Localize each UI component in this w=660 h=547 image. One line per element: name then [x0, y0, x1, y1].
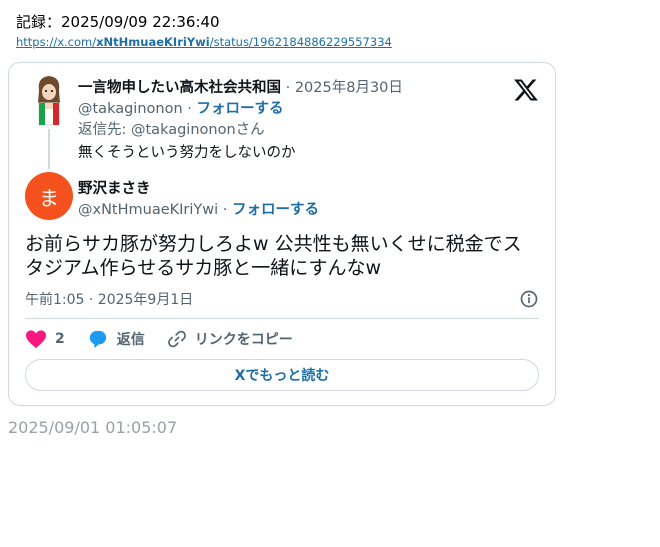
thread-connector-line [48, 129, 50, 169]
reply-button[interactable]: 返信 [87, 329, 145, 349]
copy-link-button[interactable]: リンクをコピー [167, 329, 293, 349]
parent-handle-row: @takaginonon · フォローする [78, 97, 283, 118]
parent-date[interactable]: 2025年8月30日 [295, 80, 403, 96]
author-username[interactable]: @xNtHmuaeKIriYwi [78, 202, 218, 218]
author-display-name[interactable]: 野沢まさき [78, 177, 151, 198]
author-avatar[interactable]: ま [25, 172, 73, 220]
like-count: 2 [55, 331, 65, 347]
author-handle-row: @xNtHmuaeKIriYwi · フォローする [78, 198, 319, 219]
x-logo-icon[interactable] [513, 77, 539, 103]
record-timestamp: 記録：2025/09/09 22:36:40 [16, 13, 220, 31]
reply-bubble-icon [89, 330, 106, 349]
copy-link-label: リンクをコピー [194, 332, 293, 348]
source-link-handle: xNtHmuaeKIriYwi [96, 35, 210, 49]
like-button[interactable]: 2 [25, 329, 65, 349]
tweet-embed-card: 一言物申したい高木社会共和国 · 2025年8月30日 @takaginonon… [8, 62, 556, 406]
reply-to-label: 返信先: @takaginononさん [78, 122, 265, 138]
heart-icon [26, 330, 46, 349]
parent-username[interactable]: @takaginonon [78, 101, 183, 117]
read-more-label: Xでもっと読む [234, 368, 330, 384]
read-more-button[interactable]: Xでもっと読む [25, 359, 539, 391]
tweet-text: お前らサカ豚が努力しろよw 公共性も無いくせに税金でスタジアム作らせるサカ豚と一… [25, 233, 522, 279]
divider [25, 318, 539, 319]
source-link-suffix: /status/1962184886229557334 [209, 35, 392, 49]
avatar-initial: ま [39, 185, 59, 210]
parent-display-name[interactable]: 一言物申したい高木社会共和国 [78, 80, 281, 96]
capture-timestamp: 2025/09/01 01:05:07 [8, 418, 178, 437]
reply-label: 返信 [116, 332, 145, 348]
source-link[interactable]: https://x.com/xNtHmuaeKIriYwi/status/196… [16, 35, 392, 49]
source-link-prefix: https://x.com/ [16, 35, 97, 49]
separator-dot: · [285, 80, 295, 96]
info-icon[interactable] [519, 289, 539, 309]
parent-follow-button[interactable]: フォローする [196, 101, 283, 117]
author-follow-button[interactable]: フォローする [232, 202, 319, 218]
parent-tweet-text: 無くそうという努力をしないのか [78, 145, 296, 161]
parent-avatar[interactable] [33, 73, 65, 127]
parent-header: 一言物申したい高木社会共和国 · 2025年8月30日 [78, 76, 403, 97]
separator-dot: · [222, 202, 232, 218]
tweet-actions: 2 返信 リンクをコピー [25, 329, 315, 349]
link-icon [167, 330, 186, 348]
tweet-timestamp[interactable]: 午前1:05 · 2025年9月1日 [25, 289, 193, 309]
